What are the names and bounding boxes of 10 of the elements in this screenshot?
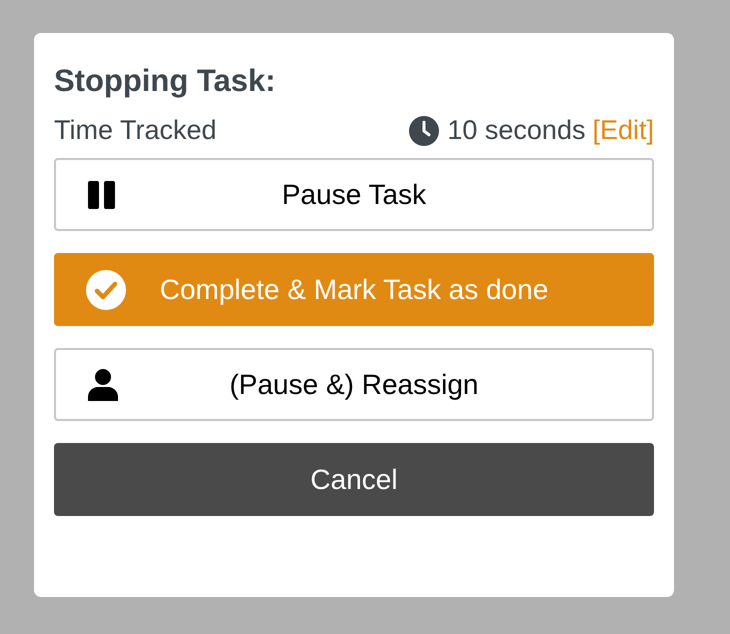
action-button[interactable]: Pause Task — [54, 158, 654, 231]
person-icon — [88, 368, 118, 400]
time-label: Time Tracked — [54, 115, 217, 146]
dialog-title: Stopping Task: — [54, 63, 277, 99]
clock-icon — [409, 116, 440, 146]
time-value: 10 seconds — [447, 115, 586, 146]
action-button[interactable]: (Pause &) Reassign — [54, 348, 654, 421]
pause-icon — [88, 180, 116, 208]
action-button[interactable]: Cancel — [54, 443, 654, 516]
check-circle-icon — [86, 270, 126, 310]
